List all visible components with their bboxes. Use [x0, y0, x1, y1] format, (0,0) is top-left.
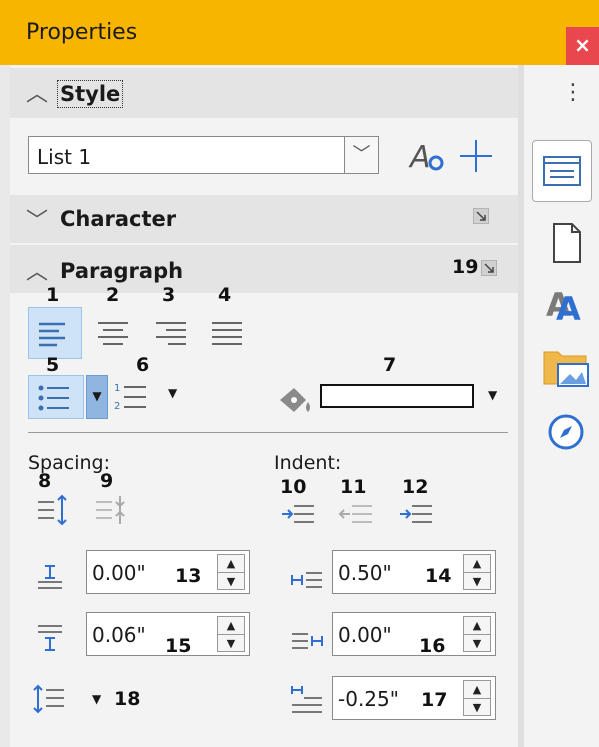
align-center-icon[interactable]: [88, 307, 138, 359]
svg-text:1: 1: [114, 383, 120, 394]
style-section-title[interactable]: Style: [57, 80, 124, 108]
spin-up-icon[interactable]: ▲: [464, 617, 490, 635]
indent-label: Indent:: [274, 452, 342, 474]
first-line-indent-icon: [291, 686, 322, 713]
new-style-icon[interactable]: [458, 138, 494, 174]
callout-14: 14: [425, 565, 452, 587]
after-text-indent-icon: [292, 633, 323, 649]
chevron-down-icon[interactable]: ﹀: [344, 136, 379, 174]
svg-text:A: A: [556, 290, 581, 324]
spin-down-icon[interactable]: ▼: [464, 699, 490, 716]
navigator-icon[interactable]: [546, 412, 586, 452]
before-text-indent-value: 0.50": [338, 561, 392, 585]
spin-up-icon[interactable]: ▲: [218, 555, 244, 573]
align-left-icon: [39, 322, 65, 347]
callout-12: 12: [402, 476, 429, 498]
after-text-indent-value: 0.00": [338, 623, 392, 647]
callout-19: 19: [452, 256, 479, 278]
callout-11: 11: [340, 476, 367, 498]
callout-17: 17: [421, 689, 448, 711]
callout-16: 16: [419, 635, 446, 657]
styles-icon[interactable]: A A: [544, 280, 592, 324]
spin-buttons[interactable]: ▲ ▼: [463, 680, 491, 716]
style-select-value: List 1: [37, 145, 92, 169]
callout-4: 4: [218, 284, 232, 306]
more-options-icon[interactable]: [481, 260, 497, 276]
after-text-indent-field[interactable]: 0.00" 16 ▲ ▼: [332, 612, 496, 657]
spin-buttons[interactable]: ▲ ▼: [463, 616, 491, 652]
callout-18: 18: [114, 688, 141, 710]
spin-buttons[interactable]: ▲ ▼: [217, 616, 245, 652]
below-spacing-field[interactable]: 0.06" 15 ▲ ▼: [86, 612, 250, 657]
first-line-indent-value: -0.25": [338, 687, 399, 711]
svg-text:2: 2: [114, 401, 120, 412]
spin-buttons[interactable]: ▲ ▼: [463, 554, 491, 590]
above-spacing-icon: [38, 565, 62, 589]
align-left-button[interactable]: [28, 307, 82, 359]
above-spacing-value: 0.00": [92, 561, 146, 585]
spin-down-icon[interactable]: ▼: [218, 635, 244, 652]
numbering-dropdown-icon[interactable]: ▼: [168, 386, 177, 400]
callout-15: 15: [165, 635, 192, 657]
below-spacing-icon: [38, 625, 62, 651]
character-section-title[interactable]: Character: [60, 207, 176, 231]
update-style-icon[interactable]: A: [408, 137, 446, 175]
spin-buttons[interactable]: ▲ ▼: [217, 554, 245, 590]
align-right-icon[interactable]: [146, 307, 196, 359]
color-dropdown-icon[interactable]: ▼: [488, 388, 497, 402]
increase-indent-icon[interactable]: [280, 500, 316, 530]
bullets-dropdown-button[interactable]: ▼: [86, 375, 108, 419]
sidebar-menu-icon[interactable]: ⋮: [562, 80, 584, 105]
callout-1: 1: [46, 284, 60, 306]
chevron-down-icon[interactable]: ﹀: [26, 203, 48, 235]
callout-13: 13: [175, 565, 202, 587]
callout-8: 8: [38, 470, 52, 492]
before-text-indent-field[interactable]: 0.50" 14 ▲ ▼: [332, 550, 496, 594]
decrease-indent-icon[interactable]: [338, 500, 374, 530]
spin-down-icon[interactable]: ▼: [464, 635, 490, 652]
chevron-up-icon[interactable]: ︿: [26, 76, 48, 108]
left-edge: [0, 65, 10, 747]
bullets-button[interactable]: [28, 375, 84, 419]
chevron-up-icon[interactable]: ︿: [26, 254, 48, 286]
numbered-list-icon[interactable]: 12: [112, 375, 156, 419]
first-line-indent-field[interactable]: -0.25" 17 ▲ ▼: [332, 676, 496, 720]
gallery-icon[interactable]: [540, 344, 594, 390]
panel-title: Properties: [26, 20, 138, 45]
close-button[interactable]: ×: [566, 27, 599, 65]
tab-properties[interactable]: [532, 140, 592, 202]
spin-up-icon[interactable]: ▲: [218, 617, 244, 635]
spin-down-icon[interactable]: ▼: [218, 573, 244, 590]
separator: [28, 432, 508, 433]
hanging-indent-icon[interactable]: [398, 500, 434, 530]
paint-bucket-icon[interactable]: [272, 380, 320, 420]
more-options-icon[interactable]: [473, 208, 489, 224]
bulleted-list-icon: [38, 385, 69, 411]
spin-up-icon[interactable]: ▲: [464, 555, 490, 573]
properties-icon: [543, 156, 581, 186]
below-spacing-value: 0.06": [92, 623, 146, 647]
callout-2: 2: [106, 284, 120, 306]
callout-3: 3: [162, 284, 176, 306]
page-icon[interactable]: [550, 222, 584, 264]
align-justify-icon[interactable]: [202, 307, 252, 359]
before-text-indent-icon: [291, 572, 322, 588]
decrease-spacing-icon[interactable]: [92, 492, 128, 528]
increase-spacing-icon[interactable]: [34, 492, 70, 528]
above-spacing-field[interactable]: 0.00" 13 ▲ ▼: [86, 550, 250, 594]
line-spacing-icon[interactable]: [30, 682, 70, 716]
spin-down-icon[interactable]: ▼: [464, 573, 490, 590]
callout-10: 10: [280, 476, 307, 498]
callout-5: 5: [46, 354, 60, 376]
style-select[interactable]: List 1: [28, 136, 368, 174]
line-spacing-dropdown-icon[interactable]: ▼: [92, 692, 101, 706]
spin-up-icon[interactable]: ▲: [464, 681, 490, 699]
svg-text:A: A: [408, 140, 431, 175]
callout-9: 9: [100, 470, 114, 492]
color-swatch[interactable]: [320, 384, 474, 408]
callout-6: 6: [136, 354, 150, 376]
paragraph-section-title[interactable]: Paragraph: [60, 259, 183, 283]
callout-7: 7: [383, 354, 397, 376]
